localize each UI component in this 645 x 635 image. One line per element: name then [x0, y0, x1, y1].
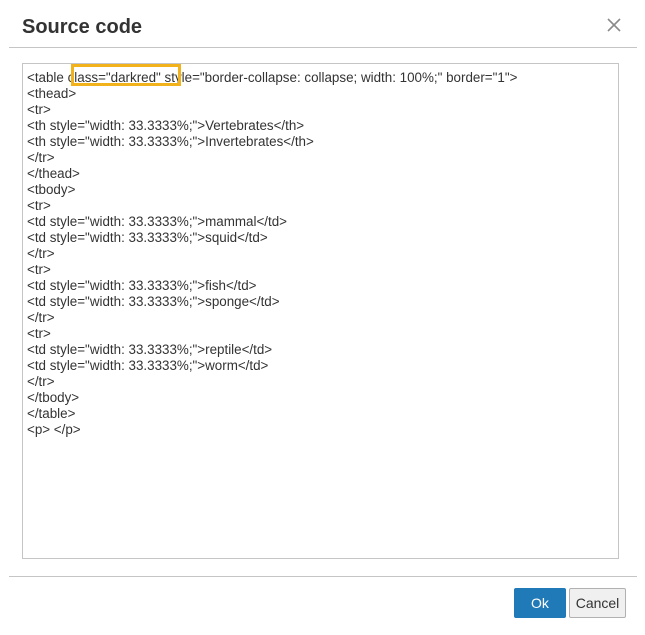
code-line: <p> </p>	[27, 422, 81, 437]
code-prefix: <table	[27, 70, 68, 85]
highlighted-class-attr: class="darkred"	[67, 70, 161, 85]
code-line: <td style="width: 33.3333%;">squid</td>	[27, 230, 268, 245]
close-button[interactable]	[601, 12, 627, 38]
code-line: <tbody>	[27, 182, 76, 197]
code-line: <thead>	[27, 86, 77, 101]
code-line: <tr>	[27, 262, 51, 277]
code-line: <th style="width: 33.3333%;">Invertebrat…	[27, 134, 314, 149]
source-code-dialog: Source code <table class="darkred" style…	[0, 0, 645, 635]
code-line: <td style="width: 33.3333%;">worm</td>	[27, 358, 269, 373]
code-line: <td style="width: 33.3333%;">mammal</td>	[27, 214, 287, 229]
code-line: <tr>	[27, 326, 51, 341]
code-line: </table>	[27, 406, 76, 421]
code-line: <tr>	[27, 102, 51, 117]
code-line: <td style="width: 33.3333%;">reptile</td…	[27, 342, 273, 357]
code-line: <td style="width: 33.3333%;">fish</td>	[27, 278, 257, 293]
code-line: </tr>	[27, 374, 55, 389]
code-line: <tr>	[27, 198, 51, 213]
ok-button[interactable]: Ok	[514, 588, 566, 618]
code-line: </tr>	[27, 246, 55, 261]
code-line: </thead>	[27, 166, 80, 181]
dialog-title: Source code	[22, 16, 143, 38]
close-icon	[607, 18, 621, 32]
dialog-header: Source code	[9, 0, 637, 48]
code-line: </tbody>	[27, 390, 80, 405]
cancel-button[interactable]: Cancel	[569, 588, 626, 618]
code-lines: <thead> <tr> <th style="width: 33.3333%;">…	[27, 86, 614, 438]
code-line: </tr>	[27, 150, 55, 165]
code-line: <td style="width: 33.3333%;">sponge</td>	[27, 294, 280, 309]
dialog-footer-divider	[9, 576, 637, 577]
code-line-first: <table class="darkred" style="border-col…	[27, 64, 614, 86]
code-line: <th style="width: 33.3333%;">Vertebrates…	[27, 118, 305, 133]
code-suffix: style="border-collapse: collapse; width:…	[160, 70, 518, 85]
code-line: </tr>	[27, 310, 55, 325]
source-code-textarea[interactable]: <table class="darkred" style="border-col…	[22, 63, 619, 559]
